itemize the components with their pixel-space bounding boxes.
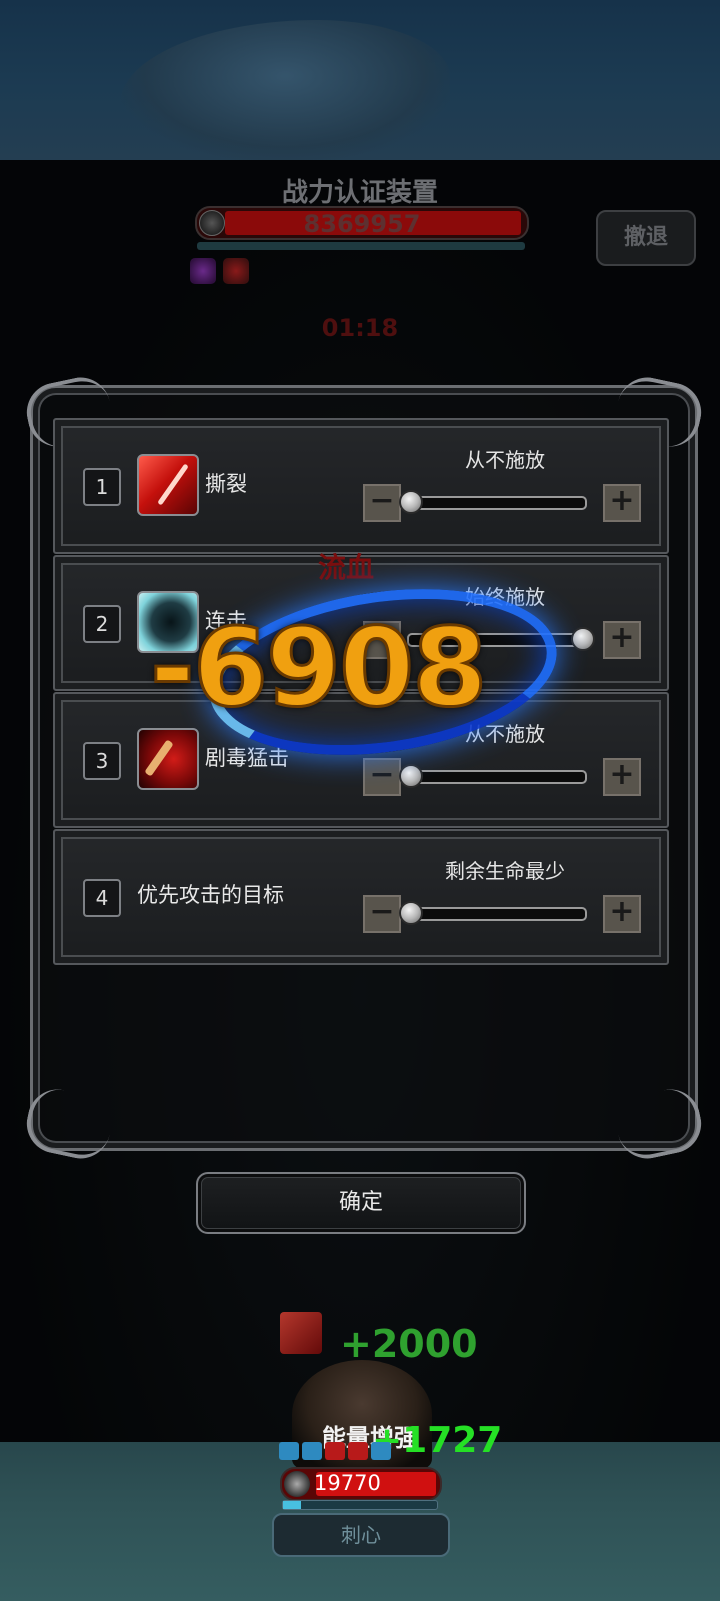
slider-knob[interactable] (399, 764, 423, 788)
increase-button[interactable]: + (603, 621, 641, 659)
sword-icon (284, 1471, 310, 1497)
target-slider[interactable] (399, 901, 587, 925)
boss-hp-bar: 8369957 (195, 206, 529, 240)
hero-energy-fill (283, 1501, 302, 1509)
debuff-icon (325, 1442, 345, 1460)
cast-slider[interactable] (399, 490, 587, 514)
row-index-badge: 1 (83, 468, 121, 506)
row-index-badge: 2 (83, 605, 121, 643)
target-setting-label: 剩余生命最少 (445, 859, 565, 883)
target-priority-row: 4 优先攻击的目标 剩余生命最少 − + (53, 829, 669, 965)
damage-number: -6908 (148, 606, 488, 731)
decrease-button[interactable]: − (363, 895, 401, 933)
buff-icon (302, 1442, 322, 1460)
increase-button[interactable]: + (603, 484, 641, 522)
rock-background (120, 20, 450, 160)
boss-hp-value: 8369957 (303, 210, 421, 238)
increase-button[interactable]: + (603, 895, 641, 933)
target-priority-label: 优先攻击的目标 (137, 883, 284, 907)
row-index-badge: 4 (83, 879, 121, 917)
slider-knob[interactable] (571, 627, 595, 651)
boss-buff-icon (190, 258, 216, 284)
cast-slider[interactable] (399, 764, 587, 788)
hero-skill-effect-icon (280, 1312, 322, 1354)
hero-buff-bar (279, 1442, 391, 1460)
boss-energy-bar (197, 242, 525, 250)
poison-strike-skill-icon (137, 728, 199, 790)
debuff-icon (348, 1442, 368, 1460)
slider-knob[interactable] (399, 490, 423, 514)
slider-knob[interactable] (399, 901, 423, 925)
boss-debuff-icon (223, 258, 249, 284)
decrease-button[interactable]: − (363, 484, 401, 522)
hero-skill-button[interactable]: 刺心 (272, 1513, 450, 1557)
hero-hp-bar: 19770 (280, 1467, 442, 1501)
bleed-status-text: 流血 (318, 551, 375, 584)
buff-icon (279, 1442, 299, 1460)
buff-icon (371, 1442, 391, 1460)
hero-energy-bar (282, 1500, 438, 1510)
cast-setting-label: 从不施放 (465, 448, 545, 472)
skill-name: 撕裂 (205, 472, 247, 496)
retreat-button[interactable]: 撤退 (596, 210, 696, 266)
skill-row-1: 1 撕裂 从不施放 − + (53, 418, 669, 554)
confirm-button[interactable]: 确定 (196, 1172, 526, 1234)
battle-timer: 01:18 (321, 314, 399, 342)
increase-button[interactable]: + (603, 758, 641, 796)
row-index-badge: 3 (83, 742, 121, 780)
decrease-button[interactable]: − (363, 758, 401, 796)
heal-number: +1727 (372, 1420, 503, 1461)
boss-title: 战力认证装置 (281, 178, 438, 208)
tear-skill-icon (137, 454, 199, 516)
hero-hp-value: 19770 (314, 1471, 381, 1495)
sky-background (0, 0, 720, 160)
